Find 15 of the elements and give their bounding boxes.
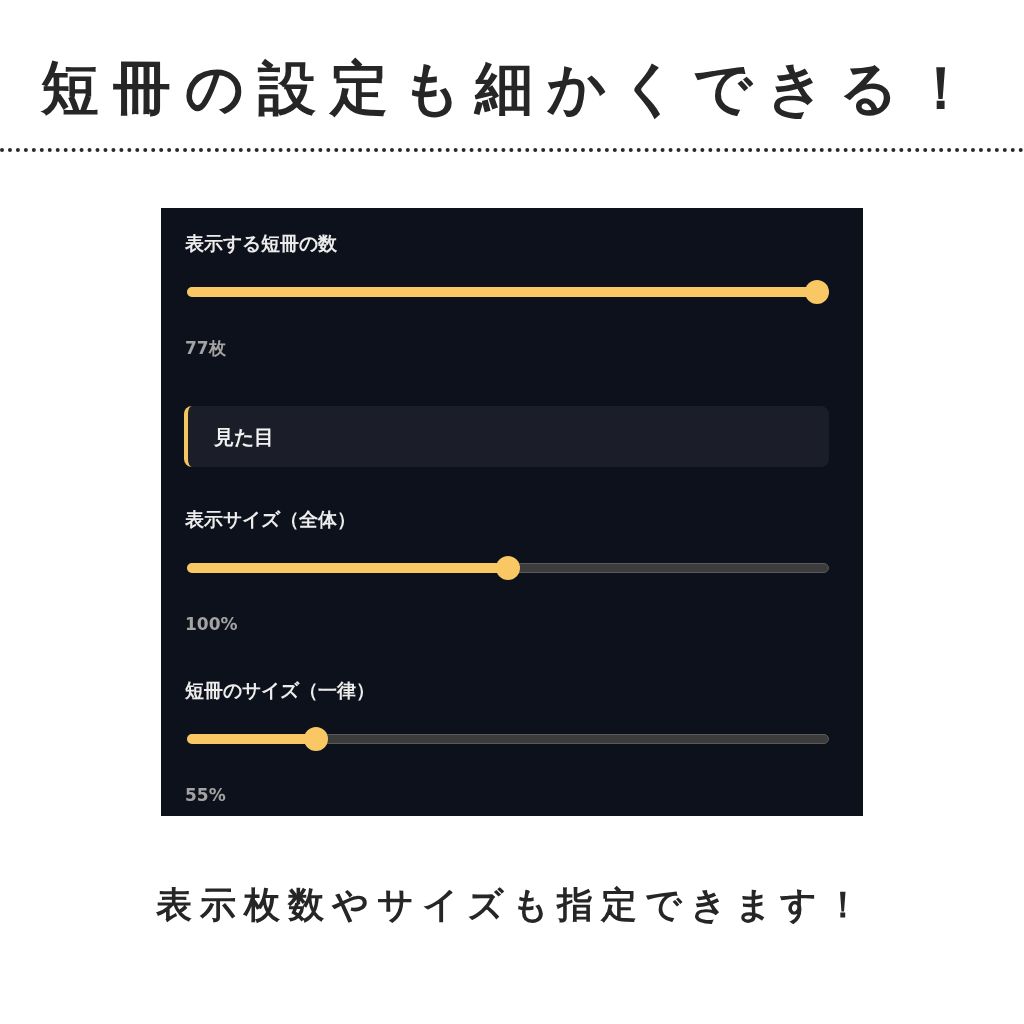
slider-label: 表示する短冊の数 (185, 231, 338, 256)
slider[interactable] (187, 280, 829, 304)
slider-label: 表示サイズ（全体） (185, 507, 357, 532)
slider-label: 短冊のサイズ（一律） (185, 678, 376, 703)
section-title: 見た目 (214, 423, 274, 451)
slider[interactable] (187, 556, 829, 580)
page-heading: 短冊の設定も細かくできる！ (39, 53, 985, 124)
slider-value: 100% (185, 613, 239, 636)
caption-text: 表示枚数やサイズも指定できます！ (154, 883, 870, 927)
slider-thumb[interactable] (304, 727, 329, 751)
slider-thumb[interactable] (496, 556, 520, 580)
slider-thumb[interactable] (805, 280, 829, 304)
slider-value: 77枚 (185, 337, 227, 360)
slider[interactable] (187, 727, 829, 751)
slider-value: 55% (185, 784, 227, 807)
